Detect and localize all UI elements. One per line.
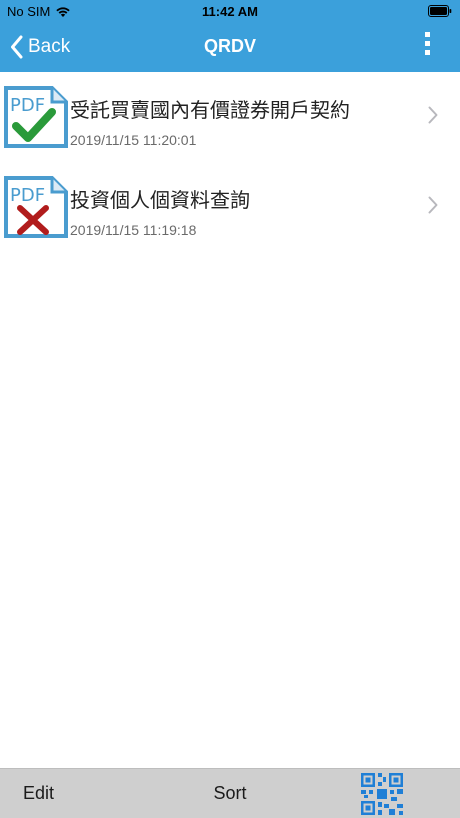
document-list: PDF 受託買賣國內有價證券開戶契約 2019/11/15 11:20:01 P… xyxy=(0,72,460,252)
top-bar: No SIM 11:42 AM Back QRDV xyxy=(0,0,460,72)
document-title: 受託買賣國內有價證券開戶契約 xyxy=(70,100,350,122)
document-timestamp: 2019/11/15 11:19:18 xyxy=(70,222,197,238)
svg-text:PDF: PDF xyxy=(10,185,45,206)
chevron-right-icon xyxy=(428,196,438,214)
list-item[interactable]: PDF 投資個人個資料查詢 2019/11/15 11:19:18 xyxy=(0,162,460,252)
list-item[interactable]: PDF 受託買賣國內有價證券開戶契約 2019/11/15 11:20:01 xyxy=(0,72,460,162)
status-time: 11:42 AM xyxy=(202,4,258,19)
svg-text:PDF: PDF xyxy=(10,95,45,116)
pdf-rejected-x-icon: PDF xyxy=(4,176,68,238)
more-vertical-icon[interactable] xyxy=(422,32,432,62)
navigation-bar: Back QRDV xyxy=(0,24,460,72)
bottom-toolbar: Edit Sort xyxy=(0,768,460,818)
document-timestamp: 2019/11/15 11:20:01 xyxy=(70,132,197,148)
qr-code-icon[interactable] xyxy=(359,771,405,817)
app-screen: No SIM 11:42 AM Back QRDV PDF 受託買賣國內有價證券… xyxy=(0,0,460,818)
pdf-signed-check-icon: PDF xyxy=(4,86,68,148)
chevron-right-icon xyxy=(428,106,438,124)
document-title: 投資個人個資料查詢 xyxy=(70,190,250,212)
status-bar: No SIM 11:42 AM xyxy=(0,0,460,24)
battery-icon xyxy=(428,5,452,17)
page-title: QRDV xyxy=(203,36,256,56)
